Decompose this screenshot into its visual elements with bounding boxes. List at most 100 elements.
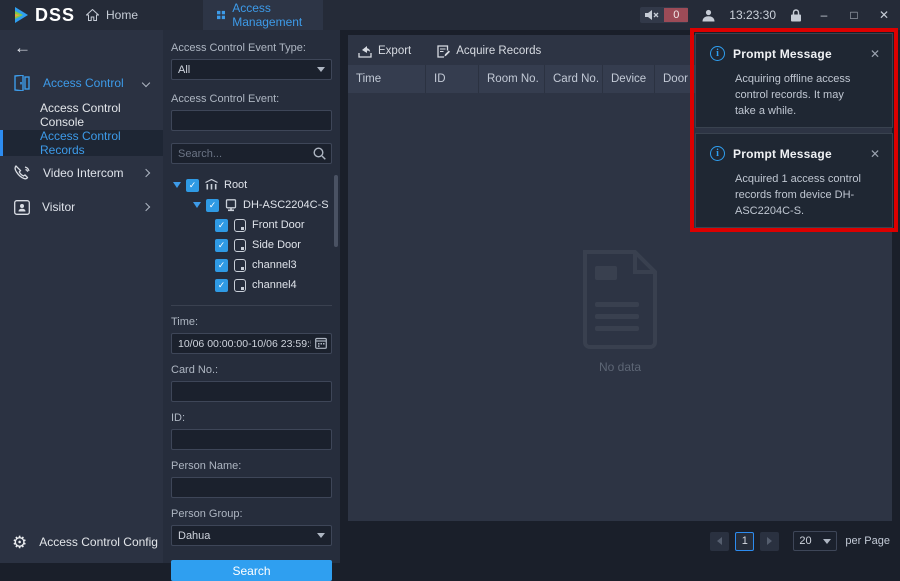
column-header-card-no[interactable]: Card No. bbox=[544, 65, 602, 93]
search-icon[interactable] bbox=[313, 147, 326, 160]
door-channel-icon bbox=[234, 278, 246, 292]
current-page-button[interactable]: 1 bbox=[735, 531, 755, 551]
sidebar-item-access-control-console[interactable]: Access Control Console bbox=[0, 100, 163, 130]
app-logo: DSS bbox=[12, 0, 75, 30]
divider bbox=[171, 305, 332, 306]
lock-icon[interactable] bbox=[790, 8, 802, 22]
card-no-label: Card No.: bbox=[171, 364, 219, 376]
card-no-input[interactable] bbox=[171, 381, 332, 402]
window-close-button[interactable]: ✕ bbox=[876, 8, 892, 22]
tab-access-management[interactable]: Access Management bbox=[203, 0, 323, 30]
tab-home[interactable]: Home bbox=[72, 0, 152, 30]
page-size-value: 20 bbox=[799, 535, 812, 547]
tree-node-device[interactable]: ✓ DH-ASC2204C-S bbox=[171, 195, 332, 215]
sidebar-item-label: Video Intercom bbox=[43, 166, 124, 180]
column-header-id[interactable]: ID bbox=[425, 65, 478, 93]
door-channel-icon bbox=[234, 218, 246, 232]
tree-expand-icon[interactable] bbox=[193, 202, 201, 208]
column-header-time[interactable]: Time bbox=[348, 65, 425, 93]
tree-checkbox[interactable]: ✓ bbox=[215, 238, 228, 252]
info-icon: i bbox=[710, 146, 725, 161]
person-name-label: Person Name: bbox=[171, 460, 242, 472]
tree-node-label: Side Door bbox=[252, 239, 301, 251]
event-type-select[interactable]: All bbox=[171, 59, 332, 80]
device-icon bbox=[225, 198, 237, 212]
toast-body: Acquiring offline access control records… bbox=[735, 73, 851, 117]
topbar-right-cluster: 0 13:23:30 – □ ✕ bbox=[640, 0, 892, 30]
organization-icon bbox=[205, 179, 218, 191]
person-name-input[interactable] bbox=[171, 477, 332, 498]
prev-page-button[interactable] bbox=[710, 531, 730, 551]
user-icon[interactable] bbox=[702, 9, 715, 22]
tree-scrollbar[interactable] bbox=[334, 175, 338, 247]
toast-body: Acquired 1 access control records from d… bbox=[735, 173, 861, 217]
back-button[interactable]: ← bbox=[0, 30, 163, 66]
page-size-select[interactable]: 20 bbox=[793, 531, 838, 551]
next-page-button[interactable] bbox=[760, 531, 780, 551]
prev-arrow-icon bbox=[717, 537, 723, 545]
visitor-card-icon bbox=[14, 199, 30, 215]
chevron-right-icon bbox=[141, 202, 151, 212]
tree-node-channel[interactable]: ✓ channel3 bbox=[171, 255, 332, 275]
tree-node-label: channel4 bbox=[252, 279, 297, 291]
device-tree: ✓ Root ✓ DH-ASC2204C-S ✓ Front Door ✓ Si… bbox=[171, 175, 338, 297]
window-minimize-button[interactable]: – bbox=[816, 8, 832, 22]
access-control-config-button[interactable]: ⚙ Access Control Config bbox=[0, 527, 163, 557]
tree-checkbox[interactable]: ✓ bbox=[215, 218, 228, 232]
export-button[interactable]: Export bbox=[358, 45, 411, 58]
gear-icon: ⚙ bbox=[12, 532, 28, 552]
tab-access-management-label: Access Management bbox=[232, 1, 303, 29]
grid-icon bbox=[217, 10, 226, 20]
tree-checkbox[interactable]: ✓ bbox=[186, 178, 199, 192]
logo-text: DSS bbox=[35, 4, 76, 25]
dss-logo-icon bbox=[15, 7, 28, 23]
sidebar-item-access-control-records[interactable]: Access Control Records bbox=[0, 129, 163, 157]
tree-node-channel[interactable]: ✓ Front Door bbox=[171, 215, 332, 235]
tree-node-root[interactable]: ✓ Root bbox=[171, 175, 332, 195]
column-header-room-no[interactable]: Room No. bbox=[478, 65, 544, 93]
tree-expand-icon[interactable] bbox=[173, 182, 181, 188]
column-header-device[interactable]: Device bbox=[602, 65, 654, 93]
tree-node-channel[interactable]: ✓ Side Door bbox=[171, 235, 332, 255]
event-label: Access Control Event: bbox=[171, 93, 280, 105]
sidebar-item-access-control[interactable]: Access Control bbox=[0, 66, 163, 100]
tree-checkbox[interactable]: ✓ bbox=[215, 278, 228, 292]
search-button[interactable]: Search bbox=[171, 560, 332, 581]
sidebar-item-label: Visitor bbox=[42, 200, 76, 214]
time-label: Time: bbox=[171, 316, 199, 328]
tab-home-label: Home bbox=[106, 8, 139, 22]
event-type-value: All bbox=[178, 63, 191, 76]
sidebar-item-visitor[interactable]: Visitor bbox=[0, 190, 163, 224]
select-arrow-icon bbox=[823, 538, 832, 544]
id-input[interactable] bbox=[171, 429, 332, 450]
event-input[interactable] bbox=[171, 110, 332, 131]
acquire-records-button[interactable]: Acquire Records bbox=[437, 44, 542, 58]
acquire-records-label: Acquire Records bbox=[456, 45, 542, 57]
tree-checkbox[interactable]: ✓ bbox=[206, 198, 219, 212]
close-icon[interactable]: ✕ bbox=[870, 47, 880, 61]
person-group-select[interactable]: Dahua bbox=[171, 525, 332, 546]
prompt-message-toast-2: i Prompt Message ✕ Acquired 1 access con… bbox=[695, 133, 893, 228]
next-arrow-icon bbox=[767, 537, 773, 545]
id-label: ID: bbox=[171, 412, 186, 424]
tree-node-channel[interactable]: ✓ channel4 bbox=[171, 275, 332, 295]
calendar-icon[interactable] bbox=[315, 337, 327, 349]
tree-node-label: channel3 bbox=[252, 259, 297, 271]
select-arrow-icon bbox=[317, 533, 325, 538]
home-icon bbox=[86, 9, 99, 21]
clock: 13:23:30 bbox=[729, 8, 776, 22]
back-icon: ← bbox=[14, 38, 31, 57]
export-label: Export bbox=[378, 45, 412, 57]
time-range-input[interactable] bbox=[171, 333, 332, 354]
sidebar-item-video-intercom[interactable]: Video Intercom bbox=[0, 156, 163, 190]
sidebar-subitem-label: Access Control Console bbox=[40, 101, 121, 129]
person-group-value: Dahua bbox=[178, 529, 211, 542]
close-icon[interactable]: ✕ bbox=[870, 147, 880, 161]
search-input[interactable] bbox=[171, 143, 332, 164]
window-maximize-button[interactable]: □ bbox=[846, 8, 862, 22]
tree-node-label: DH-ASC2204C-S bbox=[243, 199, 329, 211]
export-icon bbox=[358, 45, 372, 58]
alarm-sound-control[interactable]: 0 bbox=[640, 7, 689, 23]
no-data-label: No data bbox=[598, 360, 642, 374]
tree-checkbox[interactable]: ✓ bbox=[215, 258, 228, 272]
